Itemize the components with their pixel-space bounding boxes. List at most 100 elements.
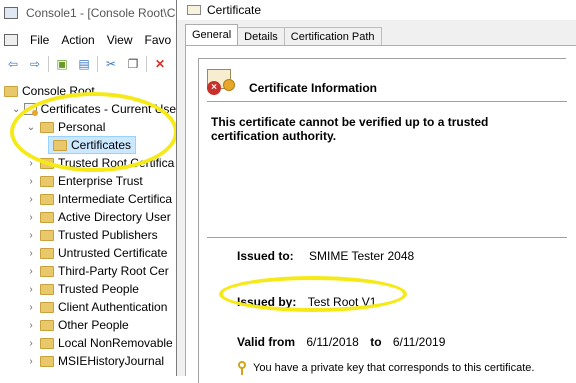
issued-by-row: Issued by: Test Root V1 [237,295,376,309]
chevron-right-icon[interactable]: › [26,230,36,241]
tree-node-label: Local NonRemovable [58,336,173,350]
folder-icon [4,85,18,97]
tree-node-folder[interactable]: › Active Directory User [0,208,176,226]
dialog-title-bar: Certificate [177,0,576,20]
chevron-right-icon[interactable]: › [26,302,36,313]
folder-icon [53,139,67,151]
toolbar-separator [48,56,49,72]
tree-node-certificates[interactable]: Certificates [0,136,176,154]
copy-icon[interactable]: ❐ [124,55,142,73]
chevron-right-icon[interactable]: › [26,248,36,259]
folder-icon [40,175,54,187]
tab-general[interactable]: General [185,24,239,45]
show-hide-tree-icon[interactable]: ▤ [75,55,93,73]
tree-node-folder[interactable]: › Enterprise Trust [0,172,176,190]
verification-warning: This certificate cannot be verified up t… [211,115,489,143]
dialog-tabs: General Details Certification Path [185,24,382,45]
certificate-info-box: × Certificate Information This certifica… [198,58,567,383]
folder-icon [40,157,54,169]
chevron-right-icon[interactable]: › [26,320,36,331]
chevron-down-icon[interactable]: ⌄ [26,122,36,133]
validity-row: Valid from 6/11/2018 to 6/11/2019 [237,335,445,349]
chevron-right-icon[interactable]: › [26,194,36,205]
private-key-row: You have a private key that corresponds … [237,361,534,375]
tree-node-label: Client Authentication [58,300,168,314]
invalid-certificate-icon: × [207,69,237,97]
chevron-right-icon[interactable]: › [26,284,36,295]
tree-node-folder[interactable]: › Trusted People [0,280,176,298]
folder-icon [40,211,54,223]
tree-node-folder[interactable]: › Local NonRemovable [0,334,176,352]
tree-node-folder[interactable]: › Third-Party Root Cer [0,262,176,280]
up-folder-icon[interactable]: ▣ [53,55,71,73]
tab-certification-path[interactable]: Certification Path [283,27,382,45]
folder-icon [40,301,54,313]
tree-node-label: Trusted Publishers [58,228,158,242]
issued-to-value: SMIME Tester 2048 [309,249,415,263]
folder-icon [40,283,54,295]
console-app-icon [4,7,18,19]
menu-action[interactable]: Action [61,33,94,47]
chevron-right-icon[interactable]: › [26,266,36,277]
folder-open-icon [40,121,54,133]
tree-node-label: Certificates - Current Use [40,102,176,116]
chevron-right-icon[interactable]: › [26,158,36,169]
valid-from-value: 6/11/2018 [306,335,359,349]
tab-details[interactable]: Details [237,27,285,45]
tree-node-console-root[interactable]: Console Root [0,82,176,100]
tree-node-label: Intermediate Certifica [58,192,173,206]
delete-icon[interactable]: ✕ [151,55,169,73]
issued-to-label: Issued to: [237,249,294,263]
forward-arrow-icon[interactable]: ⇨ [26,55,44,73]
tree-node-folder[interactable]: › Trusted Publishers [0,226,176,244]
tree-node-label: Certificates [71,138,132,152]
issued-by-label: Issued by: [237,295,297,309]
system-menu-icon[interactable] [4,34,18,46]
toolbar-separator [97,56,98,72]
tree-node-folder[interactable]: › Untrusted Certificate [0,244,176,262]
tree-node-certificates-current-user[interactable]: ⌄ Certificates - Current Use [0,100,176,118]
folder-icon [40,229,54,241]
tree-node-folder[interactable]: › Client Authentication [0,298,176,316]
folder-icon [40,265,54,277]
selected-node-highlight[interactable]: Certificates [48,136,137,154]
cut-icon[interactable]: ✂ [102,55,120,73]
back-arrow-icon[interactable]: ⇦ [4,55,22,73]
tree-node-label: Active Directory User [58,210,171,224]
folder-icon [40,337,54,349]
folder-icon [40,247,54,259]
general-tab-panel: × Certificate Information This certifica… [185,45,576,383]
certificate-dialog: Certificate General Details Certificatio… [176,0,576,383]
valid-to-value: 6/11/2019 [392,335,446,349]
menu-file[interactable]: File [30,33,49,47]
chevron-right-icon[interactable]: › [26,212,36,223]
issued-by-value: Test Root V1 [307,295,377,309]
key-icon [237,361,247,375]
tree-node-folder[interactable]: › MSIEHistoryJournal [0,352,176,370]
folder-icon [40,319,54,331]
dialog-title: Certificate [207,3,262,17]
private-key-note: You have a private key that corresponds … [253,362,535,374]
issued-to-row: Issued to: SMIME Tester 2048 [237,249,414,263]
tree-node-label: Console Root [22,84,95,98]
tree-node-personal[interactable]: ⌄ Personal [0,118,176,136]
menu-favorites[interactable]: Favo [145,33,172,47]
console-toolbar: ⇦ ⇨ ▣ ▤ ✂ ❐ ✕ [0,52,180,76]
folder-icon [40,355,54,367]
menu-view[interactable]: View [107,33,133,47]
console-title-bar: Console1 - [Console Root\C [0,0,180,26]
tree-node-label: Untrusted Certificate [58,246,168,260]
toolbar-separator [146,56,147,72]
console-tree: Console Root ⌄ Certificates - Current Us… [0,82,176,370]
tree-node-label: Enterprise Trust [58,174,143,188]
tree-node-folder[interactable]: › Trusted Root Certifica [0,154,176,172]
chevron-right-icon[interactable]: › [26,356,36,367]
tree-node-label: Third-Party Root Cer [58,264,169,278]
tree-node-folder[interactable]: › Intermediate Certifica [0,190,176,208]
certificate-icon [187,5,201,15]
tree-node-folder[interactable]: › Other People [0,316,176,334]
chevron-right-icon[interactable]: › [26,176,36,187]
divider [207,237,567,238]
chevron-down-icon[interactable]: ⌄ [12,104,20,115]
chevron-right-icon[interactable]: › [26,338,36,349]
